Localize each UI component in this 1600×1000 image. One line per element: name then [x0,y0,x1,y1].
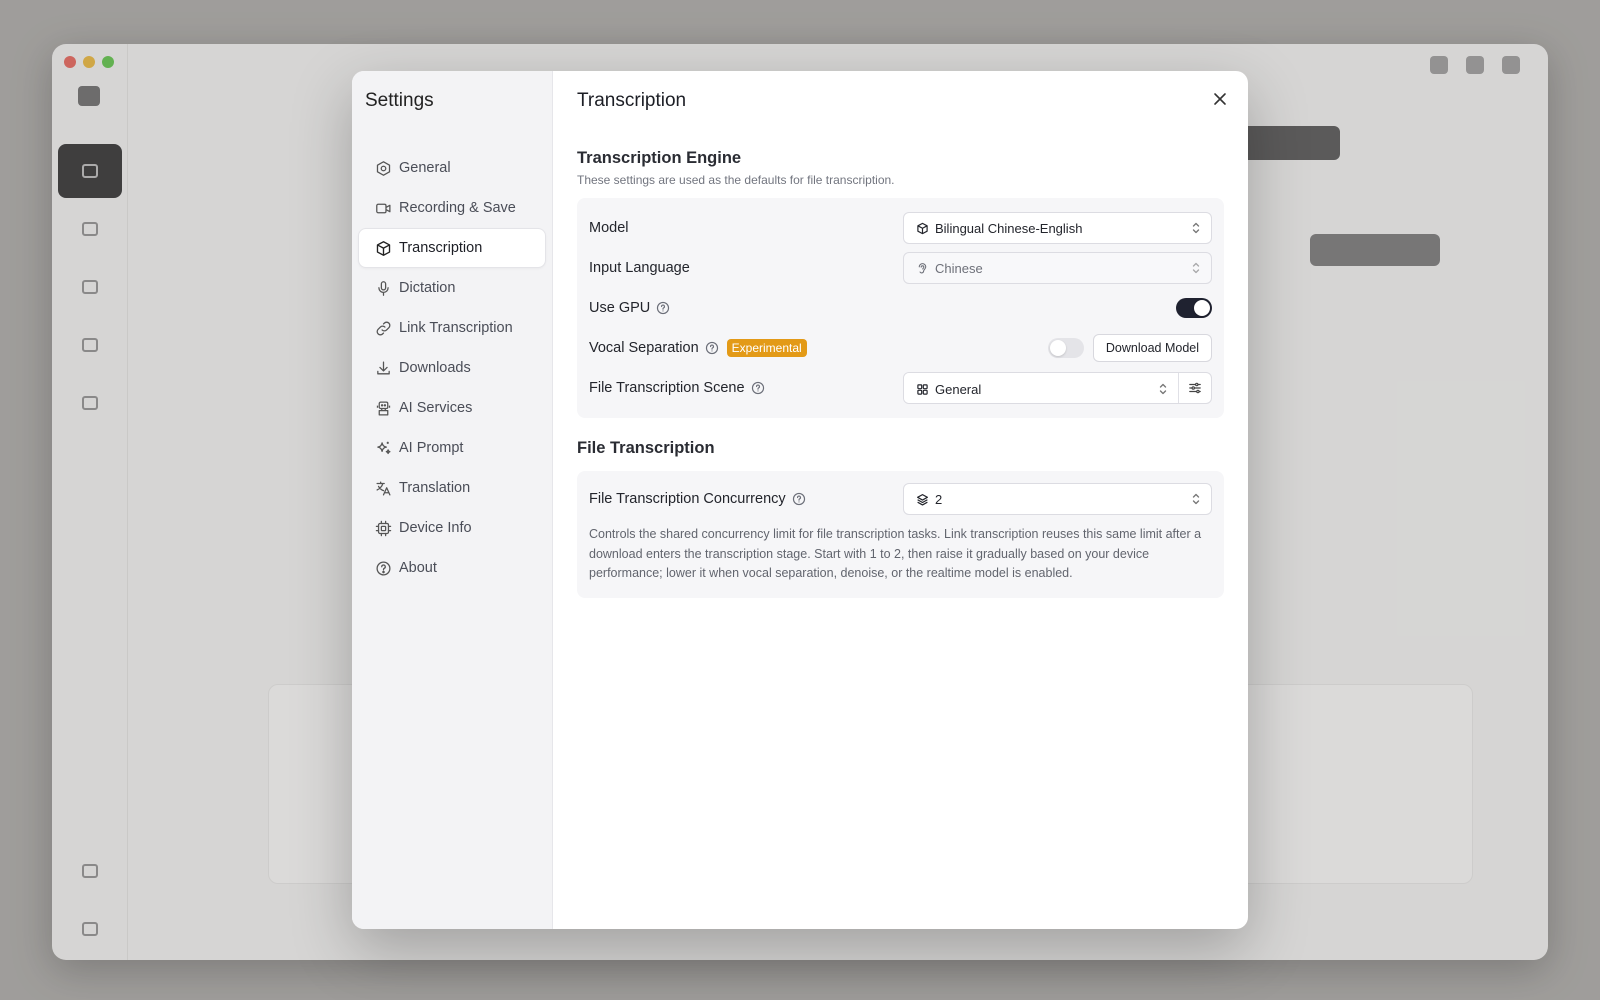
help-icon[interactable] [751,381,765,395]
scene-label-text: File Transcription Scene [589,380,745,396]
vocal-separation-row: Vocal Separation Experimental Download M… [589,328,1212,368]
engine-section-description: These settings are used as the defaults … [577,173,895,187]
cube-icon [916,222,929,235]
engine-section-title: Transcription Engine [577,149,742,167]
engine-settings-panel: Model Bilingual Chinese-English Input La… [577,198,1224,418]
nav-item-label: Recording & Save [399,200,516,216]
help-icon[interactable] [656,301,670,315]
vocal-separation-controls: Download Model [1047,334,1212,362]
chevron-up-down-icon [1191,221,1201,235]
scene-select-group: General [903,372,1212,404]
file-transcription-panel: File Transcription Concurrency 2 Control… [577,471,1224,598]
vocal-separation-label-text: Vocal Separation [589,340,699,356]
close-icon [1214,93,1226,105]
settings-title: Settings [365,90,434,111]
input-language-label: Input Language [589,260,690,276]
toggle-knob [1049,340,1066,356]
nav-item-label: Dictation [399,280,456,296]
help-icon[interactable] [705,341,719,355]
robot-icon [375,400,392,417]
nav-item-ai-services[interactable]: AI Services [358,388,546,428]
settings-modal: Settings General Recording & Save Transc… [352,71,1248,929]
translate-icon [375,480,392,497]
chevron-up-down-icon [1158,382,1168,396]
grid-icon [916,383,929,396]
use-gpu-label-text: Use GPU [589,300,651,316]
close-button[interactable] [1210,89,1230,109]
nav-item-label: General [399,160,451,176]
video-camera-icon [375,200,392,217]
input-language-label-text: Input Language [589,260,690,276]
cpu-chip-icon [375,520,392,537]
nav-item-label: Transcription [399,240,483,256]
model-row: Model Bilingual Chinese-English [589,208,1212,248]
download-model-button[interactable]: Download Model [1092,334,1212,362]
link-icon [375,320,392,337]
nav-item-label: AI Prompt [399,440,464,456]
nav-item-label: Device Info [399,520,472,536]
nav-item-label: AI Services [399,400,473,416]
nav-item-label: Translation [399,480,471,496]
scene-settings-button[interactable] [1178,373,1211,403]
concurrency-label-text: File Transcription Concurrency [589,491,786,507]
vocal-separation-label: Vocal Separation Experimental [589,339,807,357]
input-language-row: Input Language Chinese [589,248,1212,288]
chevron-up-down-icon [1191,492,1201,506]
concurrency-description: Controls the shared concurrency limit fo… [589,527,1202,580]
help-icon[interactable] [792,492,806,506]
nav-item-ai-prompt[interactable]: AI Prompt [358,428,546,468]
nav-item-label: Downloads [399,360,471,376]
nav-item-label: About [399,560,437,576]
download-icon [375,360,392,377]
cube-icon [375,240,392,257]
model-label: Model [589,220,629,236]
concurrency-value: 2 [935,491,943,507]
scene-select-value: General [935,381,982,397]
use-gpu-label: Use GPU [589,300,670,316]
nav-item-recording-save[interactable]: Recording & Save [358,188,546,228]
concurrency-select[interactable]: 2 [903,483,1212,515]
sparkles-icon [375,440,392,457]
file-transcription-section-title: File Transcription [577,439,715,457]
input-language-value: Chinese [935,260,983,276]
nav-item-link-transcription[interactable]: Link Transcription [358,308,546,348]
vocal-separation-toggle[interactable] [1047,338,1084,358]
chevron-up-down-icon [1191,261,1201,275]
use-gpu-row: Use GPU [589,288,1212,328]
concurrency-label: File Transcription Concurrency [589,491,806,507]
page-title: Transcription [577,90,687,111]
nav-item-transcription[interactable]: Transcription [358,228,546,268]
hexagon-gear-icon [375,160,392,177]
experimental-badge: Experimental [726,339,807,357]
toggle-knob [1194,300,1210,316]
input-language-select[interactable]: Chinese [903,252,1212,284]
model-label-text: Model [589,220,629,236]
question-circle-icon [375,560,392,577]
layers-icon [916,493,929,506]
nav-item-about[interactable]: About [358,548,546,588]
nav-item-general[interactable]: General [358,148,546,188]
microphone-icon [375,280,392,297]
scene-select[interactable]: General [904,373,1178,403]
model-select-value: Bilingual Chinese-English [935,220,1083,236]
sliders-icon [1189,382,1201,394]
use-gpu-toggle[interactable] [1176,298,1212,318]
nav-item-downloads[interactable]: Downloads [358,348,546,388]
scene-label: File Transcription Scene [589,380,765,396]
nav-item-device-info[interactable]: Device Info [358,508,546,548]
settings-sidebar: Settings General Recording & Save Transc… [352,71,553,929]
nav-item-label: Link Transcription [399,320,513,336]
concurrency-row: File Transcription Concurrency 2 [589,483,1212,515]
settings-content: Transcription Transcription Engine These… [553,71,1248,929]
model-select[interactable]: Bilingual Chinese-English [903,212,1212,244]
scene-row: File Transcription Scene General [589,368,1212,408]
ear-icon [916,262,929,275]
nav-item-dictation[interactable]: Dictation [358,268,546,308]
nav-item-translation[interactable]: Translation [358,468,546,508]
settings-nav: General Recording & Save Transcription D… [358,148,546,588]
